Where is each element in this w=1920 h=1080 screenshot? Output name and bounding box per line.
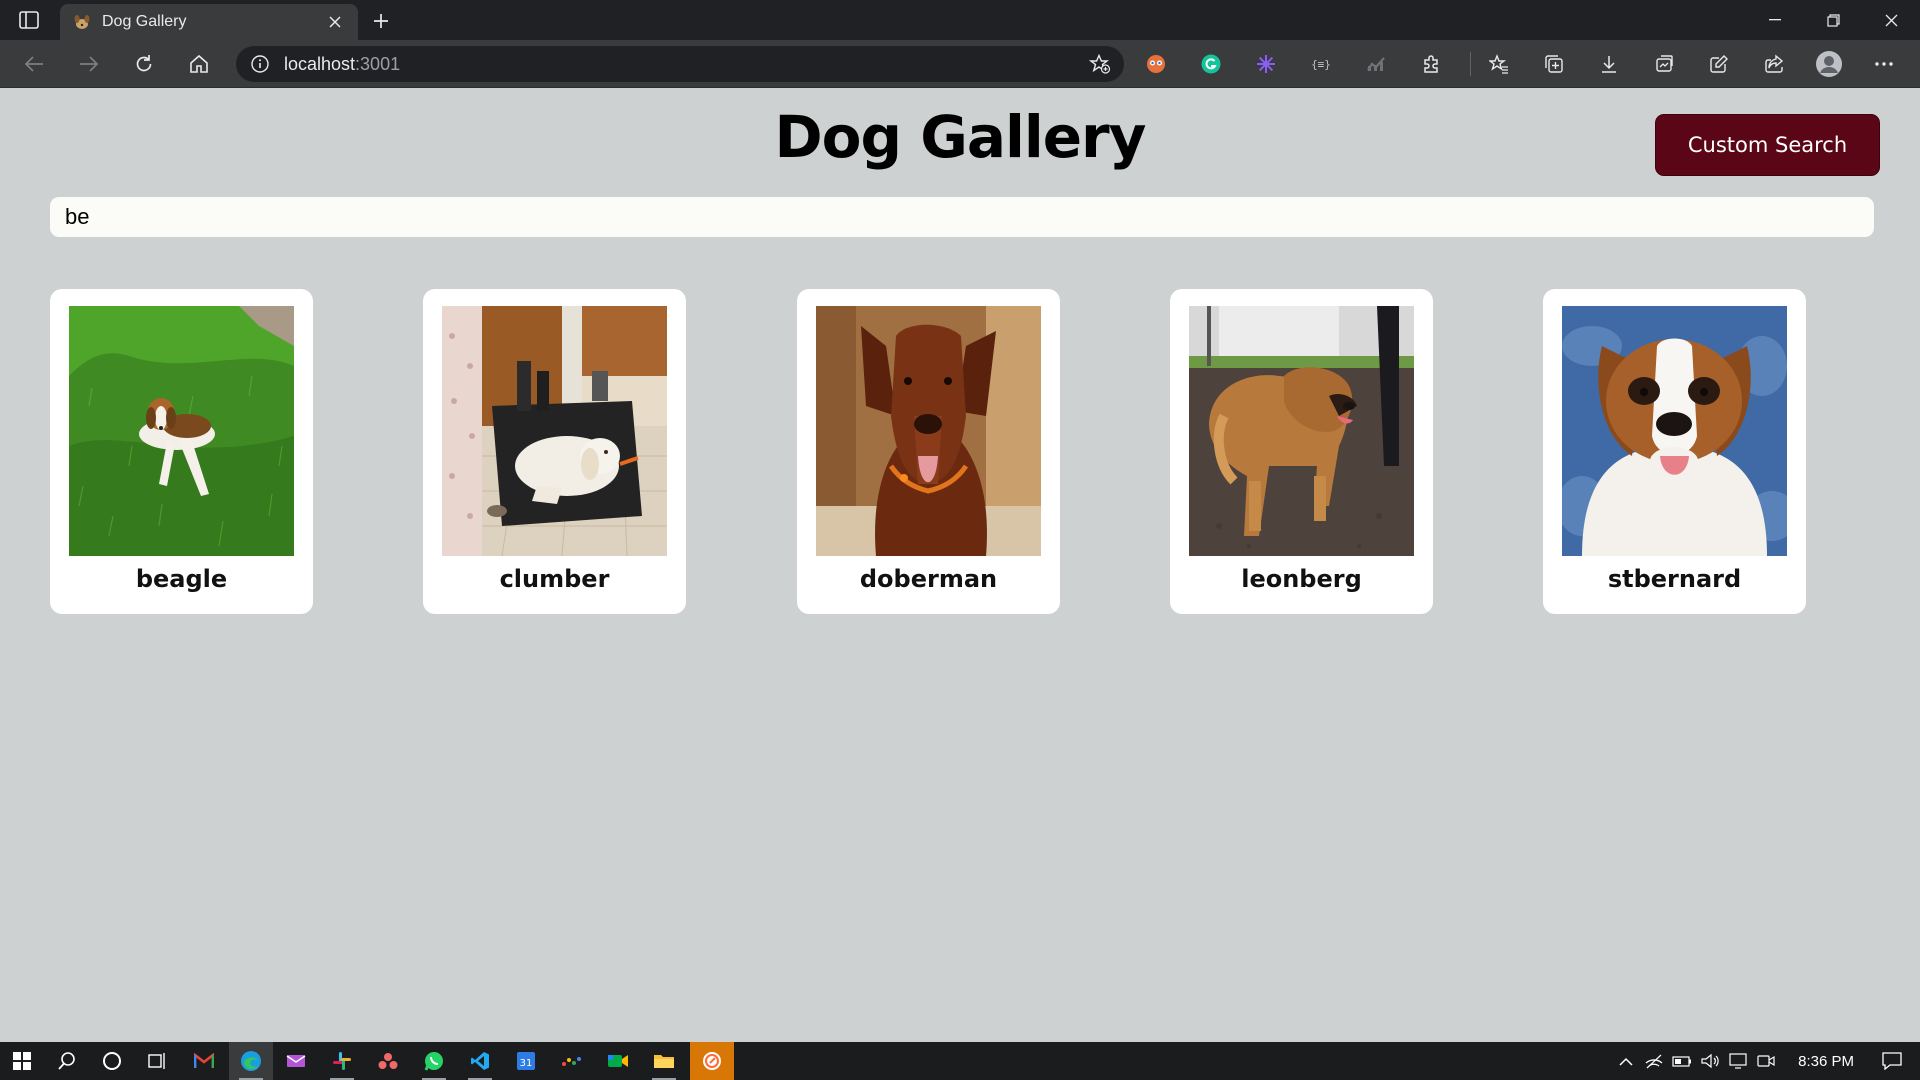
slack-icon[interactable] — [320, 1042, 364, 1080]
chevron-up-icon[interactable] — [1612, 1042, 1640, 1080]
windows-taskbar: 31 8:36 PM — [0, 1042, 1920, 1080]
edge-browser-icon[interactable] — [229, 1042, 273, 1080]
browser-toolbar: localhost:3001 {≡} — [0, 40, 1920, 88]
cortana-icon[interactable] — [90, 1042, 134, 1080]
more-menu-icon[interactable] — [1868, 48, 1900, 80]
url-host: localhost — [284, 53, 356, 74]
mail-app-icon[interactable] — [274, 1042, 318, 1080]
tab-title: Dog Gallery — [102, 13, 187, 30]
toolbar-separator — [1470, 52, 1471, 76]
display-icon[interactable] — [1724, 1042, 1752, 1080]
volume-icon[interactable] — [1696, 1042, 1724, 1080]
asana-icon[interactable] — [366, 1042, 410, 1080]
window-controls — [1746, 0, 1920, 40]
extensions-row: {≡} — [1140, 48, 1920, 80]
browser-tabbar: Dog Gallery — [0, 0, 1920, 40]
tab-actions-icon[interactable] — [14, 8, 44, 32]
dog-name-label: beagle — [135, 565, 228, 593]
add-favorite-icon[interactable] — [1088, 53, 1112, 75]
collections-icon[interactable] — [1538, 48, 1570, 80]
meet-icon[interactable] — [596, 1042, 640, 1080]
page-content: Dog Gallery Custom Search be beagle clum… — [0, 89, 1920, 1042]
dog-favicon-icon — [72, 12, 92, 32]
screenshot-icon[interactable] — [1648, 48, 1680, 80]
windows-start-icon[interactable] — [0, 1042, 44, 1080]
grammarly-extension-icon[interactable] — [1195, 48, 1227, 80]
favorites-icon[interactable] — [1483, 48, 1515, 80]
dog-name-label: leonberg — [1241, 565, 1362, 593]
back-arrow-icon[interactable] — [16, 48, 52, 80]
ai-extension-icon[interactable] — [1250, 48, 1282, 80]
dog-card-leonberg[interactable]: leonberg — [1170, 289, 1433, 614]
svg-text:31: 31 — [520, 1058, 533, 1069]
dog-image-stbernard[interactable] — [1562, 306, 1787, 556]
file-explorer-icon[interactable] — [642, 1042, 686, 1080]
spark-app-icon[interactable] — [550, 1042, 594, 1080]
dog-name-label: doberman — [859, 565, 998, 593]
honey-extension-icon[interactable] — [1140, 48, 1172, 80]
edit-icon[interactable] — [1703, 48, 1735, 80]
task-view-icon[interactable] — [135, 1042, 179, 1080]
restore-icon[interactable] — [1804, 0, 1862, 40]
battery-icon[interactable] — [1668, 1042, 1696, 1080]
browser-tab-active[interactable]: Dog Gallery — [60, 4, 358, 40]
page-title: Dog Gallery — [774, 103, 1147, 171]
url-port: :3001 — [355, 53, 401, 74]
dog-image-doberman[interactable] — [816, 306, 1041, 556]
home-icon[interactable] — [181, 48, 217, 80]
search-icon[interactable] — [45, 1042, 89, 1080]
dog-card-clumber[interactable]: clumber — [423, 289, 686, 614]
whatsapp-icon[interactable] — [412, 1042, 456, 1080]
dog-card-beagle[interactable]: beagle — [50, 289, 313, 614]
refresh-icon[interactable] — [126, 48, 162, 80]
profile-avatar-icon[interactable] — [1813, 48, 1845, 80]
dog-name-label: stbernard — [1607, 565, 1742, 593]
puzzle-extensions-icon[interactable] — [1415, 48, 1447, 80]
address-bar[interactable]: localhost:3001 — [236, 46, 1124, 82]
taskbar-clock[interactable]: 8:36 PM — [1798, 1053, 1854, 1070]
system-tray: 8:36 PM — [1612, 1042, 1920, 1080]
svg-text:{≡}: {≡} — [1311, 58, 1331, 71]
close-window-icon[interactable] — [1862, 0, 1920, 40]
dog-image-clumber[interactable] — [442, 306, 667, 556]
dog-gallery: beagle clumber doberman leonberg stberna… — [50, 289, 1880, 614]
dog-card-doberman[interactable]: doberman — [797, 289, 1060, 614]
downloads-icon[interactable] — [1593, 48, 1625, 80]
new-tab-button[interactable] — [366, 6, 396, 36]
dog-name-label: clumber — [499, 565, 610, 593]
json-extension-icon[interactable]: {≡} — [1305, 48, 1337, 80]
analytics-extension-icon[interactable] — [1360, 48, 1392, 80]
share-icon[interactable] — [1758, 48, 1790, 80]
vscode-icon[interactable] — [458, 1042, 502, 1080]
meet-now-icon[interactable] — [1752, 1042, 1780, 1080]
notifications-icon[interactable] — [1878, 1042, 1906, 1080]
dog-card-stbernard[interactable]: stbernard — [1543, 289, 1806, 614]
gmail-icon[interactable] — [182, 1042, 226, 1080]
breed-search-input[interactable] — [50, 197, 1874, 237]
custom-search-button[interactable]: Custom Search — [1655, 114, 1880, 176]
dog-image-beagle[interactable] — [69, 306, 294, 556]
postman-icon[interactable] — [690, 1042, 734, 1080]
tab-close-icon[interactable] — [324, 11, 346, 33]
dog-image-leonberg[interactable] — [1189, 306, 1414, 556]
wifi-icon[interactable] — [1640, 1042, 1668, 1080]
site-info-icon[interactable] — [250, 54, 270, 74]
minimize-icon[interactable] — [1746, 0, 1804, 40]
forward-arrow-icon[interactable] — [71, 48, 107, 80]
calendar-icon[interactable]: 31 — [504, 1042, 548, 1080]
